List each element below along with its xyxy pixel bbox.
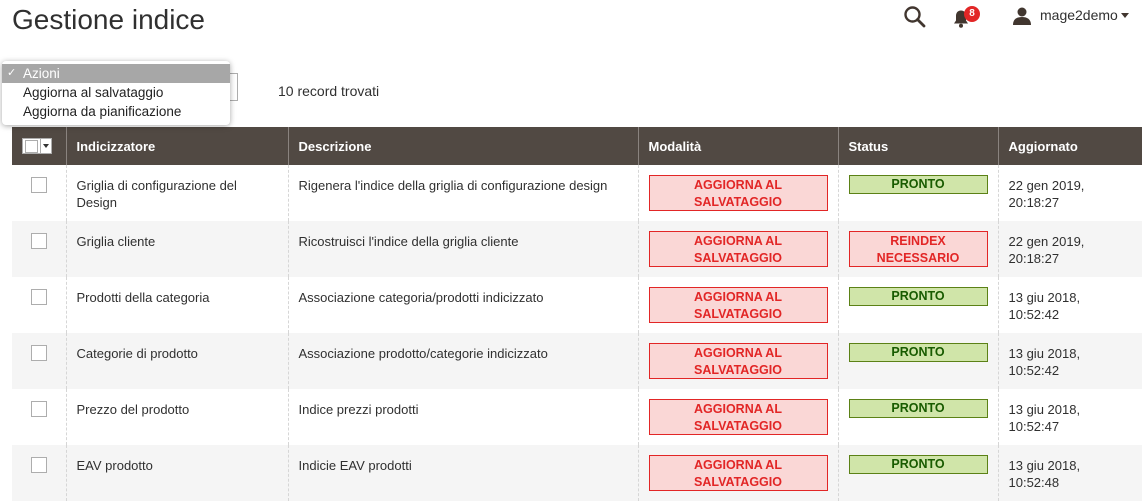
dropdown-option-update-on-save[interactable]: Aggiorna al salvataggio <box>2 83 230 102</box>
status-badge: REINDEX NECESSARIO <box>848 231 988 267</box>
indexer-description: Associazione categoria/prodotti indicizz… <box>287 277 638 333</box>
notifications-count-badge: 8 <box>964 6 980 22</box>
search-icon <box>904 6 926 28</box>
row-checkbox[interactable] <box>31 457 47 473</box>
mode-badge: AGGIORNA AL SALVATAGGIO <box>648 231 828 267</box>
indexer-name: Griglia cliente <box>65 221 288 277</box>
dropdown-option-actions[interactable]: ✓ Azioni <box>2 64 230 83</box>
column-header-description[interactable]: Descrizione <box>287 127 638 165</box>
column-header-indexer[interactable]: Indicizzatore <box>65 127 288 165</box>
status-badge: PRONTO <box>848 343 988 362</box>
indexer-description: Rigenera l'indice della griglia di confi… <box>287 165 638 221</box>
indexer-name: Prezzo del prodotto <box>65 389 288 445</box>
row-checkbox[interactable] <box>31 289 47 305</box>
mode-badge: AGGIORNA AL SALVATAGGIO <box>648 343 828 379</box>
updated-at: 13 giu 2018, 10:52:47 <box>997 389 1142 445</box>
indexer-name: Categorie di prodotto <box>65 333 288 389</box>
indexer-name: Griglia di configurazione del Design <box>65 165 288 221</box>
column-header-updated[interactable]: Aggiornato <box>997 127 1142 165</box>
records-found: 10 record trovati <box>278 83 380 99</box>
mode-badge: AGGIORNA AL SALVATAGGIO <box>648 455 828 491</box>
table-row: EAV prodotto Indicie EAV prodotti AGGIOR… <box>12 445 1142 501</box>
notifications-button[interactable]: 8 <box>952 6 982 30</box>
user-icon <box>1013 7 1031 25</box>
column-header-mode[interactable]: Modalità <box>637 127 838 165</box>
status-badge: PRONTO <box>848 287 988 306</box>
mass-select-header <box>12 127 66 165</box>
table-row: Categorie di prodotto Associazione prodo… <box>12 333 1142 389</box>
updated-at: 13 giu 2018, 10:52:42 <box>997 277 1142 333</box>
status-badge: PRONTO <box>848 455 988 474</box>
updated-at: 22 gen 2019, 20:18:27 <box>997 221 1142 277</box>
mode-badge: AGGIORNA AL SALVATAGGIO <box>648 175 828 211</box>
grid-header-row: Indicizzatore Descrizione Modalità Statu… <box>12 127 1142 165</box>
row-checkbox[interactable] <box>31 177 47 193</box>
option-label: Aggiorna da pianificazione <box>23 104 182 119</box>
indexer-description: Indicie EAV prodotti <box>287 445 638 501</box>
indexer-name: Prodotti della categoria <box>65 277 288 333</box>
row-checkbox[interactable] <box>31 401 47 417</box>
mode-badge: AGGIORNA AL SALVATAGGIO <box>648 287 828 323</box>
updated-at: 13 giu 2018, 10:52:48 <box>997 445 1142 501</box>
page-title: Gestione indice <box>12 4 206 35</box>
updated-at: 22 gen 2019, 20:18:27 <box>997 165 1142 221</box>
indexer-description: Ricostruisci l'indice della griglia clie… <box>287 221 638 277</box>
indexer-description: Indice prezzi prodotti <box>287 389 638 445</box>
caret-down-icon <box>43 144 49 149</box>
search-button[interactable] <box>902 4 928 30</box>
checkmark-icon: ✓ <box>7 67 17 79</box>
table-row: Griglia di configurazione del Design Rig… <box>12 165 1142 221</box>
indexer-description: Associazione prodotto/categorie indicizz… <box>287 333 638 389</box>
table-row: Prezzo del prodotto Indice prezzi prodot… <box>12 389 1142 445</box>
status-badge: PRONTO <box>848 399 988 418</box>
row-checkbox[interactable] <box>31 233 47 249</box>
chevron-down-icon <box>1121 13 1129 18</box>
mass-select-dropdown[interactable] <box>22 138 52 155</box>
table-row: Prodotti della categoria Associazione ca… <box>12 277 1142 333</box>
status-badge: PRONTO <box>848 175 988 194</box>
table-row: Griglia cliente Ricostruisci l'indice de… <box>12 221 1142 277</box>
user-menu[interactable]: mage2demo <box>1012 4 1140 28</box>
username: mage2demo <box>1040 7 1118 23</box>
mode-badge: AGGIORNA AL SALVATAGGIO <box>648 399 828 435</box>
indexer-name: EAV prodotto <box>65 445 288 501</box>
indexer-grid: Indicizzatore Descrizione Modalità Statu… <box>12 127 1142 501</box>
column-header-status[interactable]: Status <box>837 127 998 165</box>
checkbox-icon <box>25 140 38 154</box>
dropdown-option-update-by-schedule[interactable]: Aggiorna da pianificazione <box>2 102 230 121</box>
row-checkbox[interactable] <box>31 345 47 361</box>
option-label: Aggiorna al salvataggio <box>23 85 164 100</box>
updated-at: 13 giu 2018, 10:52:42 <box>997 333 1142 389</box>
actions-dropdown: ✓ Azioni Aggiorna al salvataggio Aggiorn… <box>2 61 230 125</box>
option-label: Azioni <box>23 66 60 81</box>
